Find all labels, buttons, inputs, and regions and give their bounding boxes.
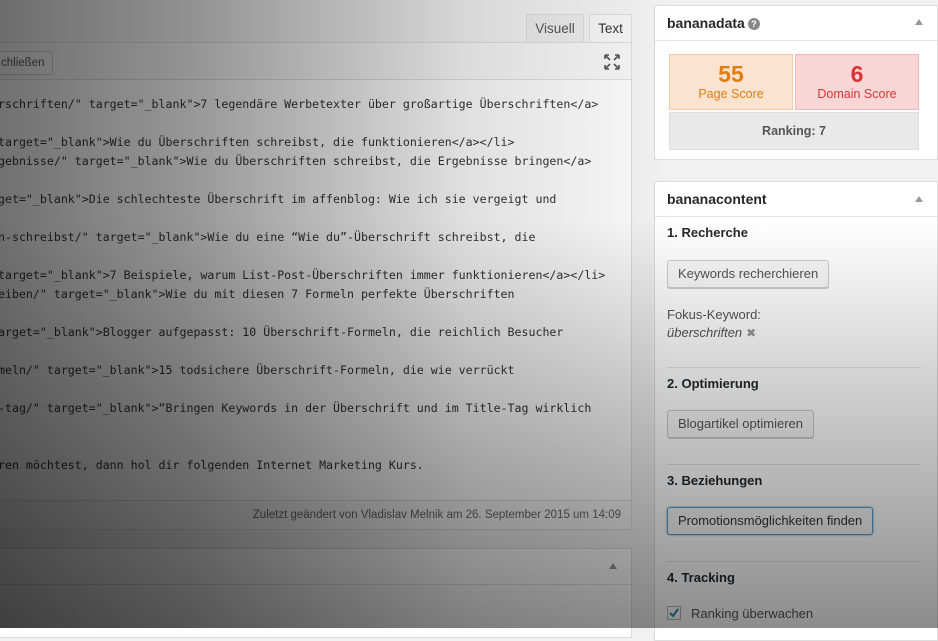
meta-box — [0, 548, 632, 638]
bananacontent-header[interactable]: bananacontent — [655, 182, 937, 217]
fullscreen-icon[interactable] — [603, 53, 621, 71]
find-promotion-button[interactable]: Promotionsmöglichkeiten finden — [667, 507, 874, 535]
code-line: meln/" target="_blank">15 todsichere Übe… — [0, 363, 515, 377]
last-edited-text: Zuletzt geändert von Vladislav Melnik am… — [252, 509, 621, 521]
ranking-badge: Ranking: 7 — [669, 112, 919, 150]
ranking-monitor-checkbox[interactable] — [667, 606, 681, 620]
code-line: gebnisse/" target="_blank">Wie du Übersc… — [0, 154, 592, 168]
optimize-article-button[interactable]: Blogartikel optimieren — [667, 410, 815, 438]
checkmark-icon — [669, 608, 679, 618]
code-line: ren möchtest, dann hol dir folgenden Int… — [0, 458, 424, 472]
page-score-label: Page Score — [698, 87, 764, 101]
bananadata-title-text: bananadata — [667, 15, 745, 31]
focus-keyword-value: überschriften — [667, 325, 743, 340]
focus-keyword-label: Fokus-Keyword: — [667, 307, 761, 322]
code-line: target="_blank">Wie du Überschriften sch… — [0, 135, 515, 149]
post-editor: Visuell Text chließen rschriften/" targe… — [0, 0, 632, 638]
code-line: get="_blank">Die schlechteste Überschrif… — [0, 192, 557, 206]
bananadata-header[interactable]: bananadata? — [655, 6, 937, 41]
editor-status-bar: Zuletzt geändert von Vladislav Melnik am… — [0, 500, 632, 530]
domain-score-label: Domain Score — [817, 87, 897, 101]
section-optimierung-title: 2. Optimierung — [667, 376, 759, 391]
bananacontent-title: bananacontent — [667, 191, 767, 207]
divider — [667, 464, 921, 465]
focus-keyword: überschriften ✖ — [667, 325, 756, 340]
domain-score-card: 6 Domain Score — [795, 54, 919, 110]
code-line: arget="_blank">Blogger aufgepasst: 10 Üb… — [0, 325, 564, 339]
code-line: -tag/" target="_blank">“Bringen Keywords… — [0, 401, 592, 415]
arrow-up-icon[interactable] — [609, 563, 617, 569]
arrow-up-icon[interactable] — [915, 19, 923, 25]
divider — [667, 561, 921, 562]
ranking-monitor-label[interactable]: Ranking überwachen — [691, 606, 813, 621]
bananacontent-box: bananacontent 1. Recherche Keywords rech… — [654, 181, 938, 641]
editor-toolbar: chließen — [0, 42, 632, 80]
tab-visual[interactable]: Visuell — [526, 14, 584, 42]
page-score-value: 55 — [718, 61, 744, 87]
bananadata-title: bananadata? — [667, 15, 760, 31]
bananadata-box: bananadata? 55 Page Score 6 Domain Score… — [654, 5, 938, 160]
domain-score-value: 6 — [850, 61, 864, 87]
arrow-up-icon[interactable] — [915, 196, 923, 202]
help-icon[interactable]: ? — [747, 18, 760, 30]
code-line: rschriften/" target="_blank">7 legendäre… — [0, 97, 599, 111]
code-line: target="_blank">7 Beispiele, warum List-… — [0, 268, 606, 282]
close-tags-button[interactable]: chließen — [0, 51, 54, 75]
code-line: n-schreibst/" target="_blank">Wie du ein… — [0, 230, 536, 244]
meta-box-header[interactable] — [0, 549, 631, 585]
keywords-research-button[interactable]: Keywords recherchieren — [667, 260, 830, 288]
tab-text[interactable]: Text — [589, 14, 632, 42]
code-textarea[interactable]: rschriften/" target="_blank">7 legendäre… — [0, 80, 632, 500]
section-beziehungen-title: 3. Beziehungen — [667, 473, 763, 488]
code-line: eiben/" target="_blank">Wie du mit diese… — [0, 287, 515, 301]
remove-keyword-icon[interactable]: ✖ — [746, 326, 756, 340]
section-tracking-title: 4. Tracking — [667, 570, 735, 585]
divider — [667, 367, 921, 368]
page-score-card: 55 Page Score — [669, 54, 793, 110]
section-recherche-title: 1. Recherche — [667, 225, 748, 240]
